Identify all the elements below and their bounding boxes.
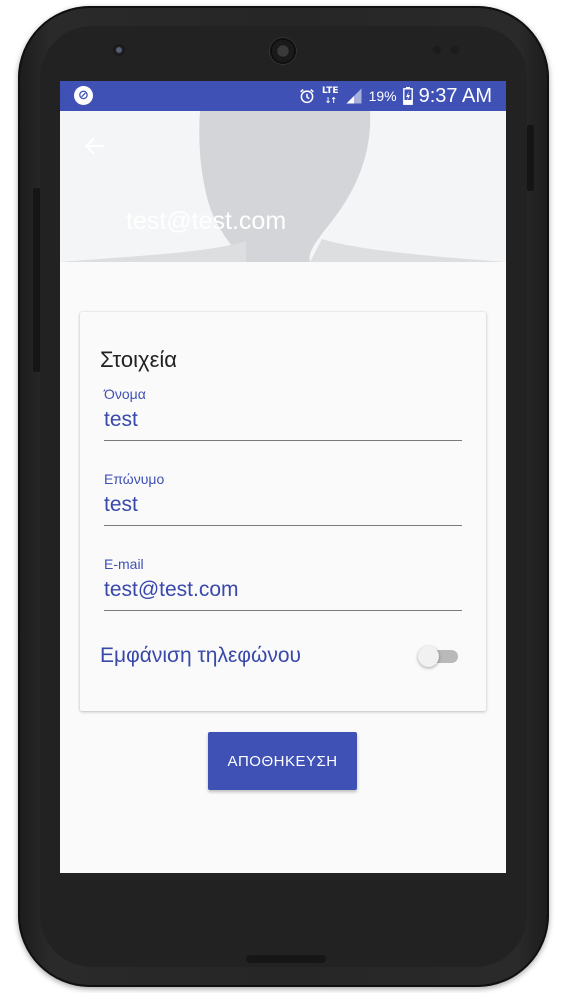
app-screen: ⊘ LTE ↓↑ 19% 9:37 AM test@test.com Στοιχ… xyxy=(60,81,506,873)
profile-header: test@test.com xyxy=(60,111,506,262)
battery-charging-icon xyxy=(402,87,413,105)
email-input[interactable]: test@test.com xyxy=(104,578,462,611)
show-phone-label: Εμφάνιση τηλεφώνου xyxy=(100,644,302,667)
header-email: test@test.com xyxy=(126,207,287,235)
status-icons: LTE ↓↑ 19% 9:37 AM xyxy=(298,81,492,111)
show-phone-switch[interactable] xyxy=(418,646,458,667)
show-phone-row: Εμφάνιση τηλεφώνου xyxy=(100,642,466,670)
first-name-field[interactable]: Όνομα test xyxy=(104,386,462,441)
status-bar: ⊘ LTE ↓↑ 19% 9:37 AM xyxy=(60,81,506,111)
clock: 9:37 AM xyxy=(418,84,492,107)
email-field[interactable]: E-mail test@test.com xyxy=(104,556,462,611)
light-sensor xyxy=(451,46,459,54)
notification-app-icon: ⊘ xyxy=(74,86,93,105)
save-button[interactable]: ΑΠΟΘΗΚΕΥΣΗ xyxy=(208,732,357,790)
back-arrow-icon[interactable] xyxy=(82,133,108,159)
email-label: E-mail xyxy=(104,556,144,572)
last-name-input[interactable]: test xyxy=(104,493,462,526)
first-name-label: Όνομα xyxy=(104,386,146,402)
data-arrows-icon: ↓↑ xyxy=(324,96,337,105)
signal-icon xyxy=(346,88,362,104)
lte-indicator: LTE ↓↑ xyxy=(322,86,339,106)
switch-thumb[interactable] xyxy=(418,646,439,667)
bottom-speaker xyxy=(246,955,326,963)
alarm-icon xyxy=(300,89,314,104)
details-card: Στοιχεία Όνομα test Επώνυμο test E-mail … xyxy=(80,312,486,711)
last-name-field[interactable]: Επώνυμο test xyxy=(104,471,462,526)
profile-placeholder-image xyxy=(60,111,506,262)
first-name-input[interactable]: test xyxy=(104,408,462,441)
power-button xyxy=(527,125,534,191)
card-title: Στοιχεία xyxy=(100,347,178,372)
earpiece-speaker xyxy=(270,38,296,64)
volume-button xyxy=(33,188,40,372)
proximity-sensor xyxy=(433,46,441,54)
front-camera xyxy=(113,44,125,56)
battery-percent: 19% xyxy=(368,88,397,104)
network-type: LTE xyxy=(322,86,339,96)
last-name-label: Επώνυμο xyxy=(104,471,165,487)
